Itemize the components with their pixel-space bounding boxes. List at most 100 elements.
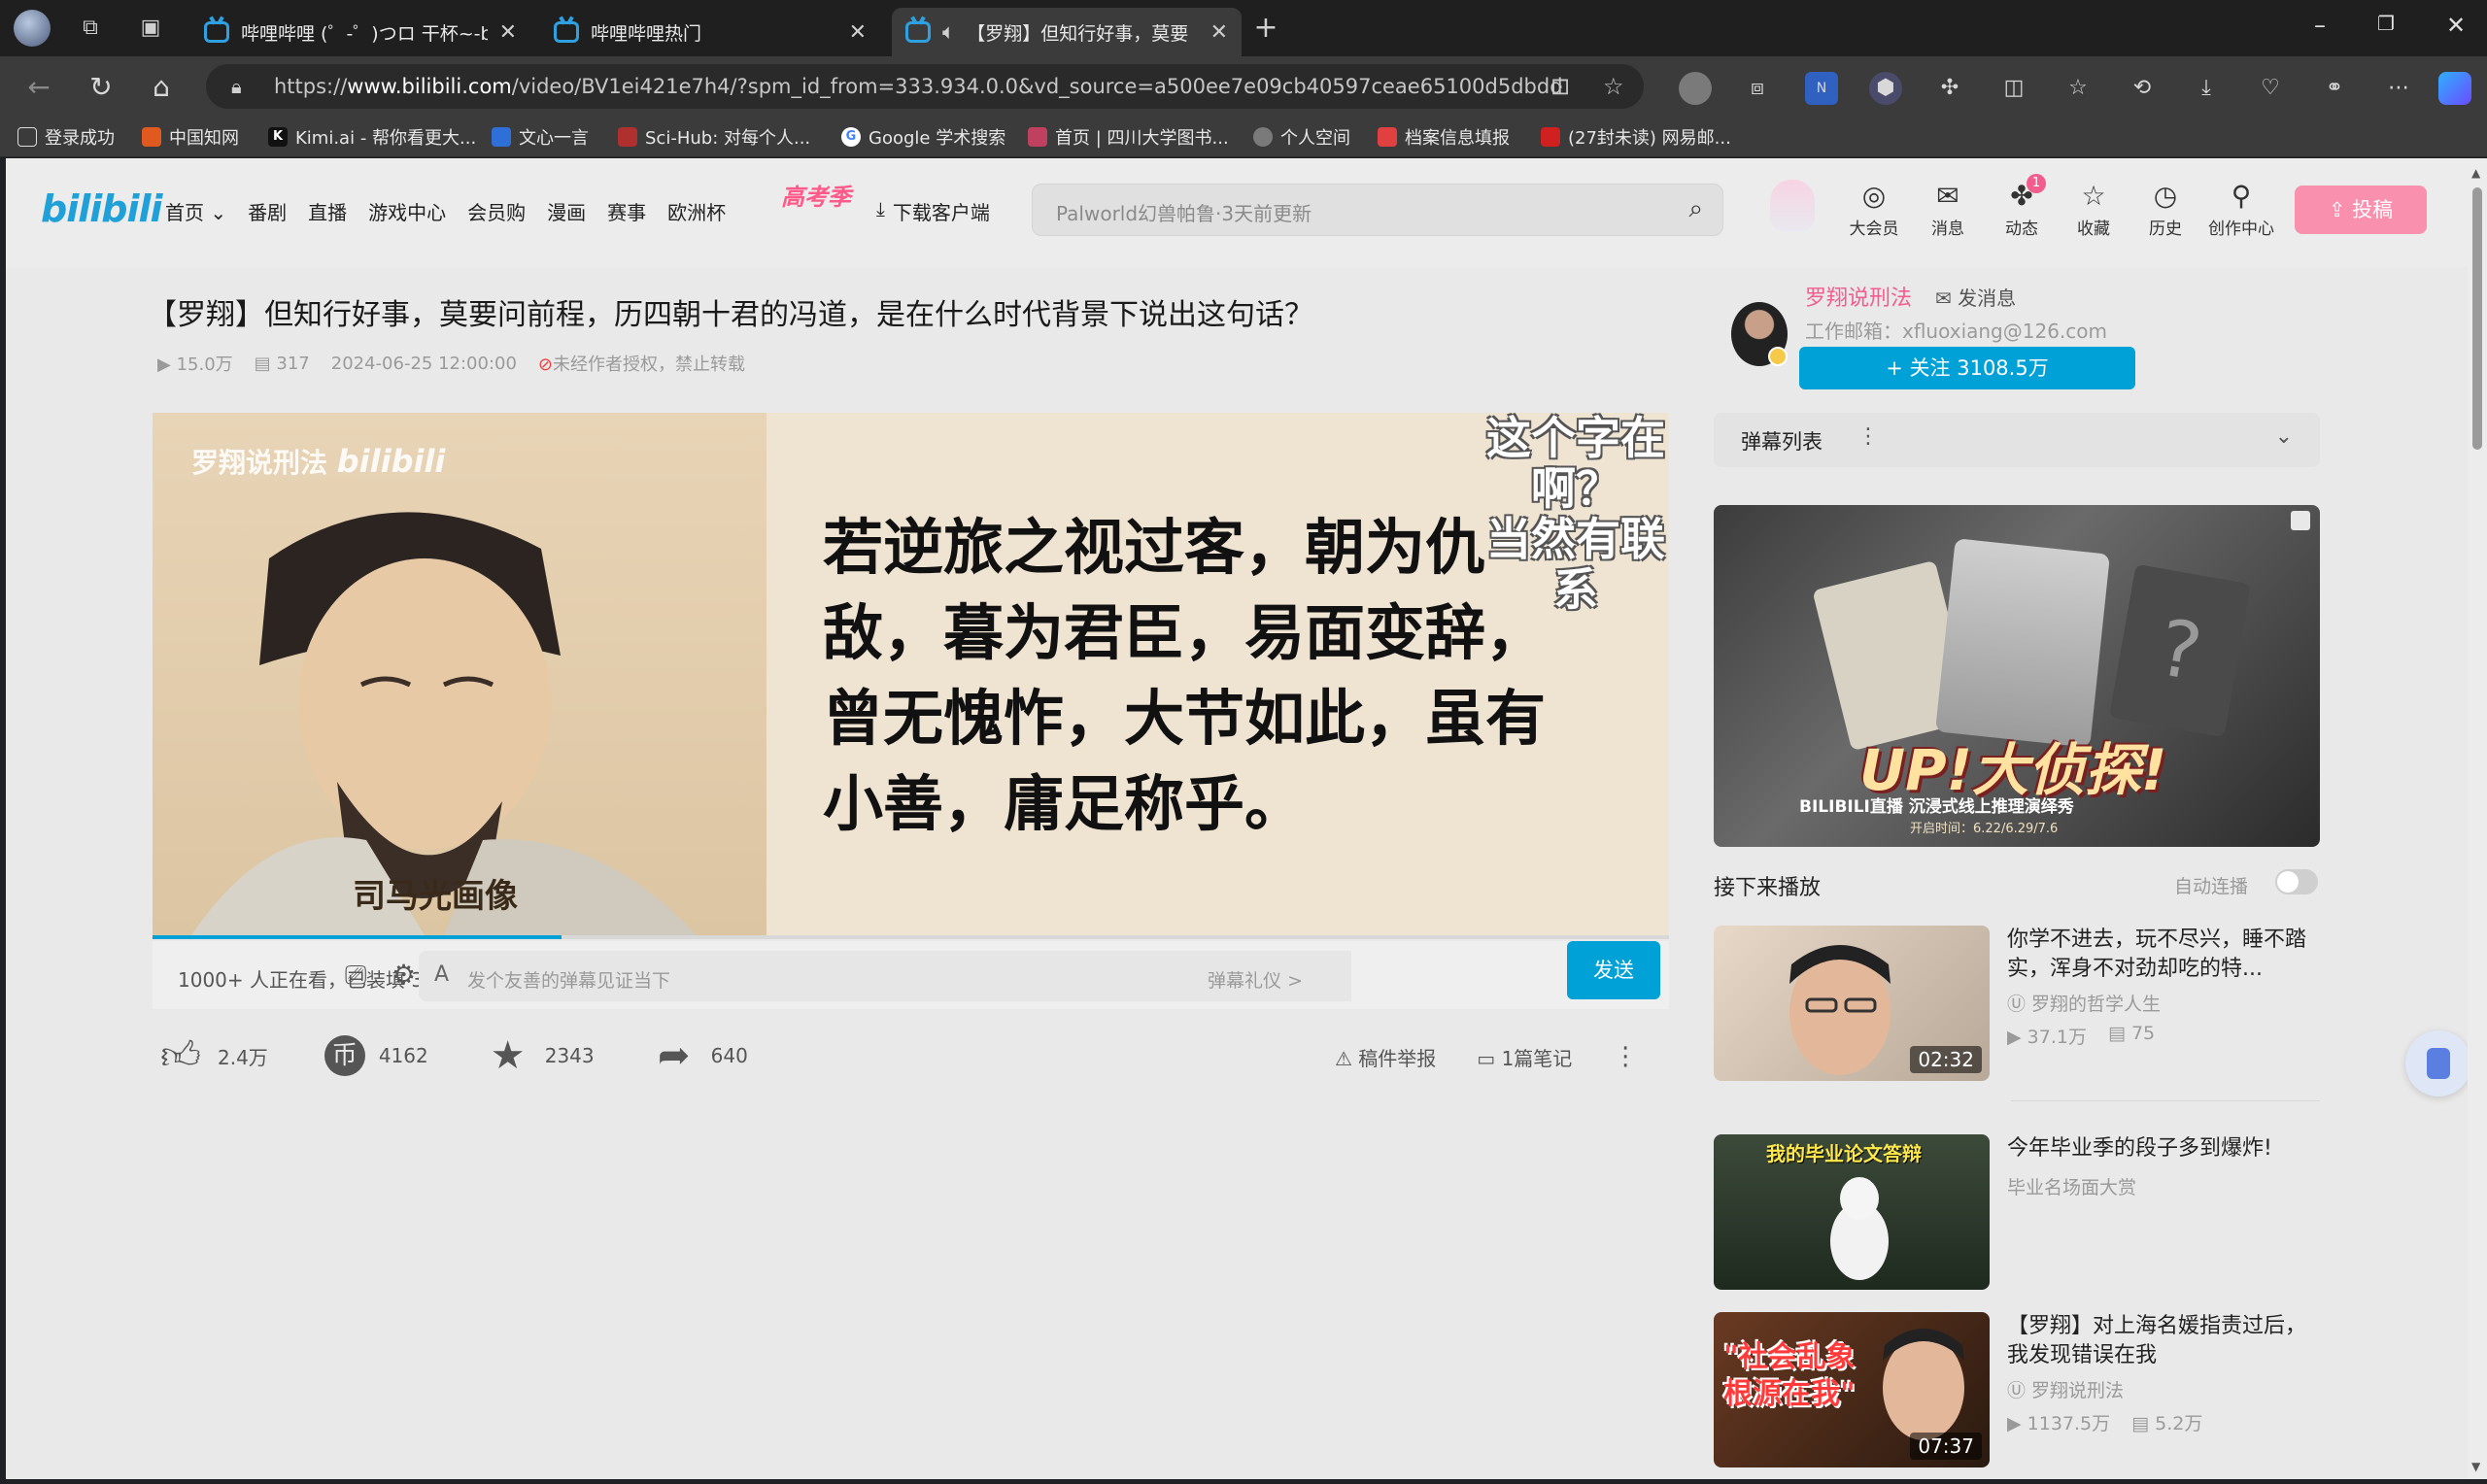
ad-banner[interactable]: ? UP!大侦探! BILIBILI直播 沉浸式线上推理演绎秀 开启时间：6.2…: [1714, 505, 2320, 847]
close-icon[interactable]: ✕: [499, 20, 517, 45]
bookmark-item[interactable]: Sci-Hub: 对每个人...: [618, 122, 810, 152]
history-icon[interactable]: ⟲: [2126, 72, 2159, 105]
bookmark-item[interactable]: 中国知网: [142, 122, 239, 152]
workspaces-icon[interactable]: ⧉: [76, 14, 105, 43]
close-icon[interactable]: ✕: [1210, 20, 1228, 45]
bookmark-item[interactable]: K Kimi.ai - 帮你看更大...: [268, 122, 476, 152]
bookmark-item[interactable]: 个人空间: [1253, 122, 1350, 152]
bookmark-item[interactable]: 首页 | 四川大学图书...: [1028, 122, 1229, 152]
search-icon[interactable]: ⌕: [1688, 194, 1703, 224]
recommended-video[interactable]: 02:32 你学不进去，玩不尽兴，睡不踏实，浑身不对劲却吃的特... Ⓤ 罗翔的…: [1714, 926, 2320, 1081]
recommended-video-title[interactable]: 【罗翔】对上海名媛指责过后，我发现错误在我: [2007, 1312, 2318, 1370]
danmaku-settings-icon[interactable]: ⚙: [392, 959, 416, 991]
profile-avatar[interactable]: [14, 10, 51, 47]
more-icon[interactable]: ⋯: [2382, 72, 2415, 105]
url-field[interactable]: 🔒︎ https://www.bilibili.com/video/BV1ei4…: [206, 64, 1644, 109]
follow-button[interactable]: + 关注 3108.5万: [1799, 347, 2135, 389]
nav-home[interactable]: 首页 ⌄: [165, 197, 226, 225]
share-button[interactable]: ➦ 640: [651, 1033, 748, 1078]
download-icon[interactable]: ⤓: [2190, 72, 2223, 105]
header-history[interactable]: ◷ 历史: [2131, 180, 2199, 239]
scrollbar-thumb[interactable]: [2472, 187, 2482, 450]
speaker-icon[interactable]: 🔈︎: [942, 20, 955, 45]
notes-button[interactable]: ▭ 1篇笔记: [1477, 1043, 1572, 1071]
send-message-link[interactable]: ✉ 发消息: [1935, 283, 2016, 311]
text-style-icon[interactable]: A: [434, 962, 449, 987]
bookmark-item[interactable]: (27封未读) 网易邮...: [1541, 122, 1731, 152]
health-icon[interactable]: ♡: [2254, 72, 2287, 105]
autoplay-toggle[interactable]: [2275, 869, 2318, 894]
video-player[interactable]: 罗翔说刑法 bilibili 司马光画像 若逆旅之视过客，朝为仇敌，暮为君臣，易…: [153, 413, 1669, 935]
split-screen-icon[interactable]: ◫: [1997, 72, 2030, 105]
share-icon[interactable]: ⚭: [2318, 72, 2351, 105]
restore-button[interactable]: ❐: [2367, 12, 2405, 35]
bilibili-logo[interactable]: bilibili: [41, 187, 163, 236]
nav-euro-cup[interactable]: 欧洲杯: [667, 197, 726, 225]
video-thumbnail[interactable]: 02:32: [1714, 926, 1990, 1081]
window-close-button[interactable]: ✕: [2436, 12, 2475, 39]
nav-game-center[interactable]: 游戏中心: [368, 197, 446, 225]
close-icon[interactable]: ✕: [849, 20, 867, 45]
header-messages[interactable]: ✉ 消息: [1914, 180, 1982, 239]
back-icon[interactable]: ←: [21, 70, 56, 105]
favorites-icon[interactable]: ☆: [2061, 72, 2095, 105]
install-app-icon[interactable]: ⊡: [1550, 64, 1570, 109]
recommended-video-uploader[interactable]: Ⓤ 罗翔的哲学人生: [2007, 990, 2161, 1016]
header-creator-center[interactable]: ⚲ 创作中心: [2207, 180, 2275, 239]
search-input[interactable]: Palworld幻兽帕鲁·3天前更新 ⌕: [1032, 184, 1723, 236]
chevron-down-icon[interactable]: ⌄: [2275, 424, 2293, 449]
favorite-button[interactable]: ★ 2343: [485, 1033, 595, 1078]
scroll-down-icon[interactable]: ▼: [2471, 1460, 2480, 1473]
video-progress-bar[interactable]: [153, 935, 1669, 939]
gaokao-event-link[interactable]: 高考季: [781, 178, 851, 212]
page-scrollbar[interactable]: ▲ ▼: [2468, 158, 2487, 1479]
tab-bilibili-hot[interactable]: 哔哩哔哩热门 ✕: [540, 8, 880, 56]
danmaku-etiquette-link[interactable]: 弹幕礼仪 >: [1208, 966, 1303, 993]
danmaku-toggle-icon[interactable]: ⎚: [345, 959, 366, 992]
recommended-video-uploader[interactable]: 毕业名场面大赏: [2007, 1173, 2136, 1199]
translate-extension-icon[interactable]: N: [1805, 72, 1838, 105]
minimize-button[interactable]: –: [2300, 12, 2339, 39]
coin-button[interactable]: 币 4162: [324, 1035, 428, 1076]
nav-bangumi[interactable]: 番剧: [248, 197, 287, 225]
picture-in-picture-icon[interactable]: ⧈: [1741, 72, 1774, 105]
video-thumbnail[interactable]: 我的毕业论文答辩: [1714, 1134, 1990, 1290]
refresh-icon[interactable]: ↻: [84, 70, 119, 105]
download-client-link[interactable]: ⤓ 下载客户端: [876, 197, 990, 225]
extension-icon[interactable]: [1679, 72, 1712, 105]
nav-esports[interactable]: 赛事: [607, 197, 646, 225]
report-button[interactable]: ⚠ 稿件举报: [1335, 1043, 1436, 1071]
upload-button[interactable]: ⇪ 投稿: [2295, 186, 2427, 234]
copilot-icon[interactable]: [2438, 72, 2471, 105]
mascot-avatar[interactable]: [1770, 180, 1815, 232]
header-vip[interactable]: ◎ 大会员: [1840, 180, 1908, 239]
bookmark-item[interactable]: 登录成功: [17, 122, 115, 152]
vertical-tabs-icon[interactable]: ▣: [136, 14, 165, 43]
bookmark-item[interactable]: 档案信息填报: [1378, 122, 1510, 152]
video-thumbnail[interactable]: "社会乱象 根源在我" 07:37: [1714, 1312, 1990, 1467]
header-favorites[interactable]: ☆ 收藏: [2060, 180, 2128, 239]
bookmark-item[interactable]: 文心一言: [492, 122, 589, 152]
floating-helper-button[interactable]: [2405, 1030, 2468, 1096]
nav-mall[interactable]: 会员购: [467, 197, 526, 225]
tab-bilibili-home[interactable]: 哔哩哔哩 (゜-゜)つロ 干杯~-bilibi ✕: [190, 8, 530, 56]
favorite-star-icon[interactable]: ☆: [1603, 64, 1624, 109]
uploader-avatar[interactable]: [1731, 302, 1788, 366]
extensions-puzzle-icon[interactable]: ✣: [1933, 72, 1966, 105]
recommended-video[interactable]: "社会乱象 根源在我" 07:37 【罗翔】对上海名媛指责过后，我发现错误在我 …: [1714, 1312, 2320, 1467]
recommended-video-title[interactable]: 你学不进去，玩不尽兴，睡不踏实，浑身不对劲却吃的特...: [2007, 926, 2318, 984]
recommended-video[interactable]: 我的毕业论文答辩 今年毕业季的段子多到爆炸! 毕业名场面大赏: [1714, 1134, 2320, 1290]
ad-close-button[interactable]: [2291, 511, 2310, 530]
bitwarden-icon[interactable]: ⬢: [1869, 72, 1902, 105]
danmaku-input[interactable]: A 发个友善的弹幕见证当下 弹幕礼仪 >: [419, 951, 1351, 1001]
more-icon[interactable]: ⋮: [1857, 424, 1879, 449]
recommended-video-uploader[interactable]: Ⓤ 罗翔说刑法: [2007, 1376, 2124, 1402]
scroll-up-icon[interactable]: ▲: [2471, 166, 2480, 180]
header-dynamic[interactable]: ✤ 1 动态: [1988, 174, 2056, 239]
recommended-video-title[interactable]: 今年毕业季的段子多到爆炸!: [2007, 1134, 2318, 1164]
lock-icon[interactable]: 🔒︎: [231, 64, 242, 109]
like-button[interactable]: 👍︎ 2.4万: [157, 1032, 268, 1079]
send-danmaku-button[interactable]: 发送: [1567, 941, 1660, 999]
home-icon[interactable]: ⌂: [144, 70, 179, 105]
nav-live[interactable]: 直播: [308, 197, 347, 225]
